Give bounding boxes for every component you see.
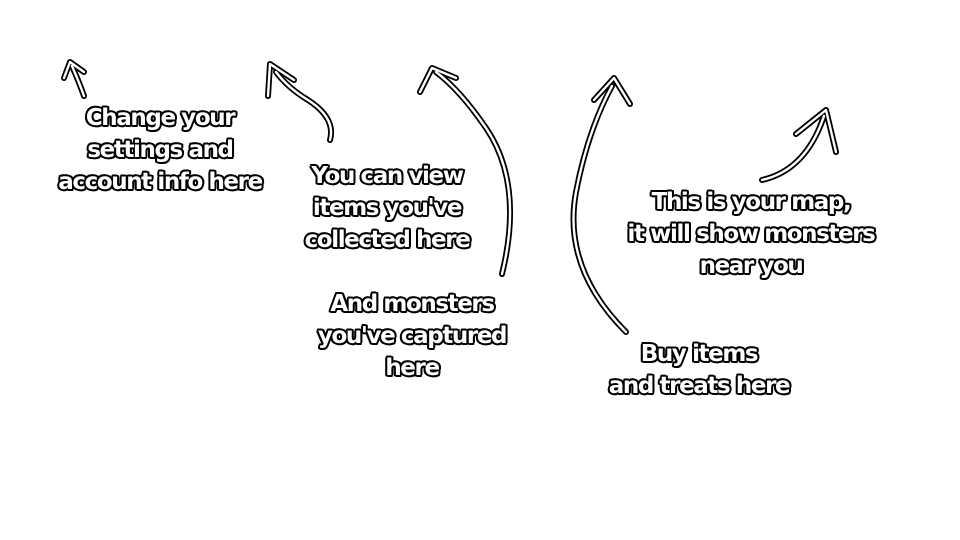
shop-tip-line: Buy items bbox=[640, 341, 759, 367]
monsters-tip-line: And monsters bbox=[330, 291, 495, 317]
items-tip-line: You can view bbox=[311, 163, 464, 189]
map-tip-line: This is your map, bbox=[651, 189, 852, 215]
map-tip-line: it will show monsters bbox=[627, 221, 876, 247]
items-tip-line: collected here bbox=[304, 227, 471, 253]
settings-arrow-icon bbox=[61, 59, 87, 99]
map-arrow-icon bbox=[759, 107, 839, 183]
tutorial-overlay: Change your settings and account info he… bbox=[0, 0, 960, 540]
settings-tip-line: account info here bbox=[58, 169, 263, 195]
shop-tip: Buy items and treats here bbox=[594, 338, 804, 402]
items-tip-line: items you've bbox=[312, 195, 463, 221]
map-tip: This is your map, it will show monsters … bbox=[608, 186, 894, 282]
map-tip-line: near you bbox=[699, 253, 804, 279]
monsters-tip: And monsters you've captured here bbox=[300, 288, 524, 384]
items-tip: You can view items you've collected here bbox=[292, 160, 482, 256]
settings-tip: Change your settings and account info he… bbox=[40, 102, 280, 198]
settings-tip-line: Change your bbox=[85, 105, 236, 131]
shop-tip-line: and treats here bbox=[608, 373, 791, 399]
monsters-tip-line: here bbox=[385, 355, 440, 381]
settings-tip-line: settings and bbox=[87, 137, 234, 163]
monsters-tip-line: you've captured bbox=[317, 323, 508, 349]
